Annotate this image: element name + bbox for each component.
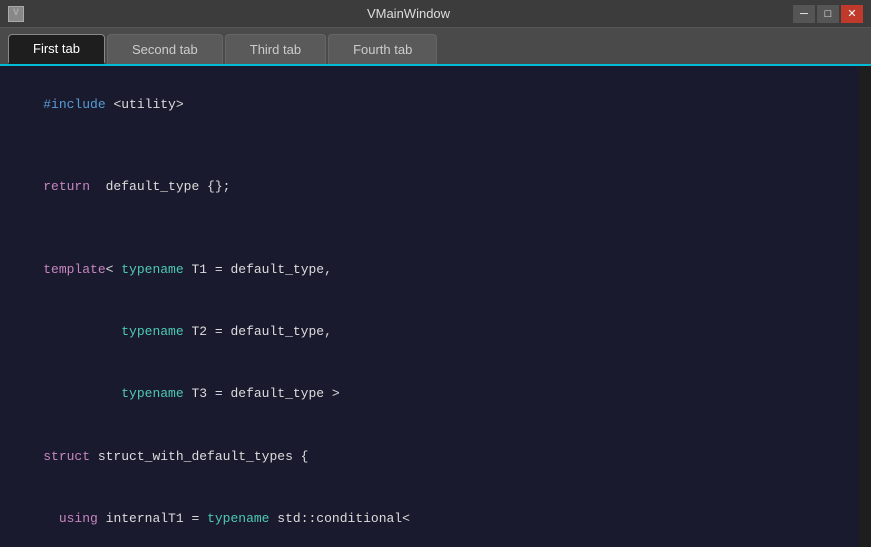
window-controls: ─ □ ✕ xyxy=(793,5,863,23)
close-button[interactable]: ✕ xyxy=(841,5,863,23)
minimize-button[interactable]: ─ xyxy=(793,5,815,23)
code-line-5: template< typename T1 = default_type, xyxy=(12,239,847,301)
tab-first[interactable]: First tab xyxy=(8,34,105,64)
code-line-3: return default_type {}; xyxy=(12,156,847,218)
title-bar: V VMainWindow ─ □ ✕ xyxy=(0,0,871,28)
code-line-8: struct struct_with_default_types { xyxy=(12,426,847,488)
tab-fourth-label: Fourth tab xyxy=(353,42,412,57)
maximize-button[interactable]: □ xyxy=(817,5,839,23)
tab-second[interactable]: Second tab xyxy=(107,34,223,64)
tab-fourth[interactable]: Fourth tab xyxy=(328,34,437,64)
tab-second-label: Second tab xyxy=(132,42,198,57)
code-line-4 xyxy=(12,219,847,239)
tab-third-label: Third tab xyxy=(250,42,301,57)
app-icon: V xyxy=(8,6,24,22)
code-line-9: using internalT1 = typename std::conditi… xyxy=(12,488,847,547)
tab-third[interactable]: Third tab xyxy=(225,34,326,64)
code-line-6: typename T2 = default_type, xyxy=(12,301,847,363)
window-title: VMainWindow xyxy=(367,6,450,21)
tab-first-label: First tab xyxy=(33,41,80,56)
code-line-1: #include <utility> xyxy=(12,74,847,136)
tab-bar: First tab Second tab Third tab Fourth ta… xyxy=(0,28,871,66)
code-editor[interactable]: #include <utility> return default_type {… xyxy=(0,66,859,547)
code-line-7: typename T3 = default_type > xyxy=(12,364,847,426)
code-line-2 xyxy=(12,136,847,156)
